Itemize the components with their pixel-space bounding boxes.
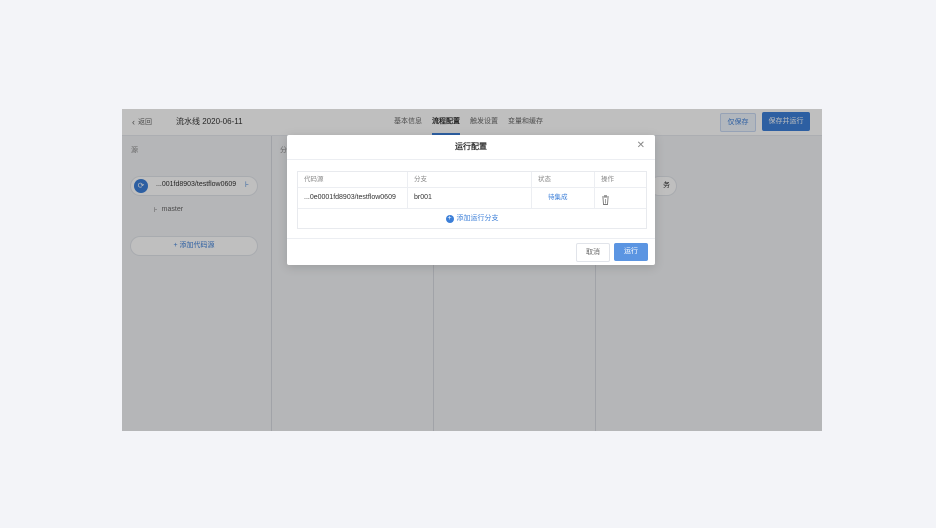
cancel-button[interactable]: 取消 [576,243,610,262]
column-header-repo: 代码源 [304,176,324,183]
run-button[interactable]: 运行 [614,243,648,261]
add-run-branch-button[interactable]: + 添加运行分支 [298,209,646,228]
column-header-status: 状态 [538,176,551,183]
column-header-action: 操作 [601,176,614,183]
dialog-title: 运行配置 [287,135,655,160]
run-config-table: 代码源 分支 状态 操作 ...0e0001fd8903/testflow060… [297,171,647,229]
trash-icon[interactable] [601,192,610,210]
close-icon[interactable]: ✕ [637,140,645,151]
cell-branch: br001 [414,194,432,201]
cell-repo: ...0e0001fd8903/testflow0609 [304,194,396,201]
status-badge: 待集成 [548,194,568,201]
cell-status: 待集成 [532,188,595,208]
add-run-branch-label: 添加运行分支 [456,215,499,222]
run-config-dialog: 运行配置 ✕ 代码源 分支 状态 操作 ...0e0001fd8903/test… [287,135,655,265]
dialog-footer-divider [287,238,655,239]
plus-circle-icon: + [445,214,454,223]
column-header-branch: 分支 [414,176,427,183]
